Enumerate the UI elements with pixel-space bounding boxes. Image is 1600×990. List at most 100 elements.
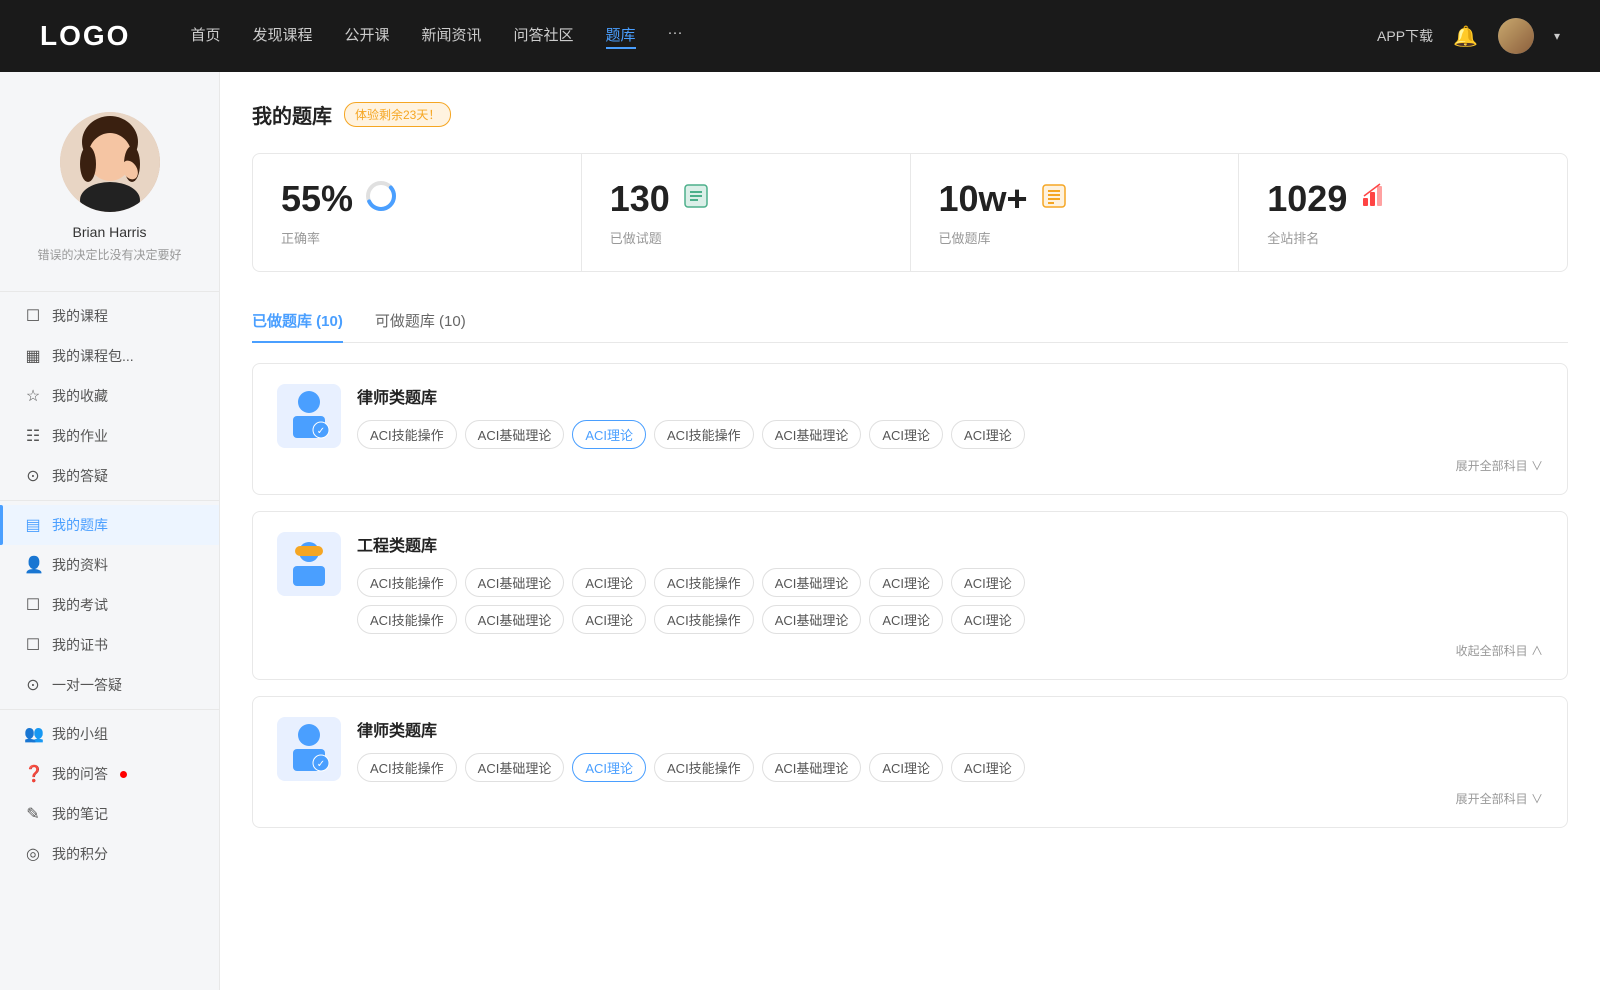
stat-banks-value: 10w+	[939, 178, 1028, 220]
star-icon: ☆	[24, 386, 42, 406]
sidebar-label-course-package: 我的课程包...	[52, 346, 134, 366]
stat-rank: 1029 全站排名	[1239, 154, 1567, 271]
tag-2r2-2[interactable]: ACI基础理论	[465, 605, 565, 634]
tab-available-banks[interactable]: 可做题库 (10)	[375, 300, 466, 343]
expand-btn-3[interactable]: 展开全部科目 ∨	[357, 790, 1543, 807]
tag-3-5[interactable]: ACI基础理论	[762, 753, 862, 782]
tag-1-5[interactable]: ACI基础理论	[762, 420, 862, 449]
sidebar-item-course-package[interactable]: ▦ 我的课程包...	[0, 336, 219, 376]
app-download-button[interactable]: APP下载	[1377, 26, 1433, 46]
stat-rank-label: 全站排名	[1267, 228, 1539, 247]
sidebar-item-exam[interactable]: ☐ 我的考试	[0, 585, 219, 625]
svg-text:✓: ✓	[317, 426, 325, 437]
page-header: 我的题库 体验剩余23天！	[252, 100, 1568, 129]
qbank-tags-2: ACI技能操作 ACI基础理论 ACI理论 ACI技能操作 ACI基础理论 AC…	[357, 568, 1543, 597]
tag-2r2-3[interactable]: ACI理论	[572, 605, 646, 634]
sidebar-item-my-course[interactable]: ☐ 我的课程	[0, 296, 219, 336]
stat-rank-value: 1029	[1267, 178, 1347, 220]
tag-2-6[interactable]: ACI理论	[869, 568, 943, 597]
tag-2r2-1[interactable]: ACI技能操作	[357, 605, 457, 634]
accuracy-chart-icon	[365, 180, 397, 219]
tag-2r2-4[interactable]: ACI技能操作	[654, 605, 754, 634]
sidebar-item-qbank[interactable]: ▤ 我的题库	[0, 505, 219, 545]
tag-1-2[interactable]: ACI基础理论	[465, 420, 565, 449]
tag-3-4[interactable]: ACI技能操作	[654, 753, 754, 782]
tag-2-2[interactable]: ACI基础理论	[465, 568, 565, 597]
qbank-header-1: ✓ 律师类题库 ACI技能操作 ACI基础理论 ACI理论 ACI技能操作 AC…	[277, 384, 1543, 474]
sidebar-label-my-qa: 我的问答	[52, 764, 108, 784]
profile-avatar	[60, 112, 160, 212]
stat-accuracy-top: 55%	[281, 178, 553, 220]
tag-3-1[interactable]: ACI技能操作	[357, 753, 457, 782]
course-icon: ☐	[24, 306, 42, 326]
main-layout: Brian Harris 错误的决定比没有决定要好 ☐ 我的课程 ▦ 我的课程包…	[0, 72, 1600, 990]
tab-done-banks[interactable]: 已做题库 (10)	[252, 300, 343, 343]
nav-right: APP下载 🔔 ▾	[1377, 18, 1560, 54]
tag-2-4[interactable]: ACI技能操作	[654, 568, 754, 597]
sidebar-item-certificate[interactable]: ☐ 我的证书	[0, 625, 219, 665]
nav-home[interactable]: 首页	[190, 24, 220, 49]
nav-qa[interactable]: 问答社区	[514, 24, 574, 49]
tag-2-5[interactable]: ACI基础理论	[762, 568, 862, 597]
nav-discover[interactable]: 发现课程	[252, 24, 312, 49]
sidebar-item-my-qa[interactable]: ❓ 我的问答	[0, 754, 219, 794]
expand-btn-1[interactable]: 展开全部科目 ∨	[357, 457, 1543, 474]
svg-text:✓: ✓	[317, 759, 325, 770]
nav-qbank[interactable]: 题库	[606, 24, 636, 49]
tag-2r2-5[interactable]: ACI基础理论	[762, 605, 862, 634]
qbank-info-3: 律师类题库 ACI技能操作 ACI基础理论 ACI理论 ACI技能操作 ACI基…	[357, 717, 1543, 807]
sidebar-label-homework: 我的作业	[52, 426, 108, 446]
rank-icon	[1359, 182, 1387, 217]
sidebar-label-favorites: 我的收藏	[52, 386, 108, 406]
tag-1-4[interactable]: ACI技能操作	[654, 420, 754, 449]
tag-2-3[interactable]: ACI理论	[572, 568, 646, 597]
sidebar-item-group[interactable]: 👥 我的小组	[0, 714, 219, 754]
tag-2r2-6[interactable]: ACI理论	[869, 605, 943, 634]
stat-banks-label: 已做题库	[939, 228, 1211, 247]
sidebar-item-profile[interactable]: 👤 我的资料	[0, 545, 219, 585]
tag-3-3[interactable]: ACI理论	[572, 753, 646, 782]
group-icon: 👥	[24, 724, 42, 744]
tag-2-1[interactable]: ACI技能操作	[357, 568, 457, 597]
nav-more[interactable]: ···	[668, 24, 683, 49]
nav-open-course[interactable]: 公开课	[344, 24, 389, 49]
stat-done-value: 130	[610, 178, 670, 220]
tag-3-6[interactable]: ACI理论	[869, 753, 943, 782]
qa-icon: ⊙	[24, 466, 42, 486]
sidebar-item-qa[interactable]: ⊙ 我的答疑	[0, 456, 219, 496]
chevron-down-icon[interactable]: ▾	[1554, 29, 1560, 43]
sidebar-item-points[interactable]: ◎ 我的积分	[0, 834, 219, 874]
tag-2r2-7[interactable]: ACI理论	[951, 605, 1025, 634]
sidebar-label-group: 我的小组	[52, 724, 108, 744]
trial-badge: 体验剩余23天！	[344, 102, 451, 127]
notification-bell-icon[interactable]: 🔔	[1453, 24, 1478, 49]
tag-1-3[interactable]: ACI理论	[572, 420, 646, 449]
sidebar-item-favorites[interactable]: ☆ 我的收藏	[0, 376, 219, 416]
tag-3-7[interactable]: ACI理论	[951, 753, 1025, 782]
stat-done-banks: 10w+ 已做题库	[911, 154, 1240, 271]
tag-1-6[interactable]: ACI理论	[869, 420, 943, 449]
qbank-header-3: ✓ 律师类题库 ACI技能操作 ACI基础理论 ACI理论 ACI技能操作 AC…	[277, 717, 1543, 807]
sidebar-item-homework[interactable]: ☷ 我的作业	[0, 416, 219, 456]
tabs-row: 已做题库 (10) 可做题库 (10)	[252, 300, 1568, 343]
tag-2-7[interactable]: ACI理论	[951, 568, 1025, 597]
sidebar-label-qbank: 我的题库	[52, 515, 108, 535]
stat-done-label: 已做试题	[610, 228, 882, 247]
sidebar-item-notes[interactable]: ✎ 我的笔记	[0, 794, 219, 834]
tag-1-1[interactable]: ACI技能操作	[357, 420, 457, 449]
tag-3-2[interactable]: ACI基础理论	[465, 753, 565, 782]
notes-icon: ✎	[24, 804, 42, 824]
avatar[interactable]	[1498, 18, 1534, 54]
qbank-title-3: 律师类题库	[357, 717, 1543, 741]
sidebar-item-tutor[interactable]: ⊙ 一对一答疑	[0, 665, 219, 705]
collapse-btn-2[interactable]: 收起全部科目 ∧	[357, 642, 1543, 659]
navbar: LOGO 首页 发现课程 公开课 新闻资讯 问答社区 题库 ··· APP下载 …	[0, 0, 1600, 72]
tag-1-7[interactable]: ACI理论	[951, 420, 1025, 449]
sidebar-divider-3	[0, 709, 219, 710]
stats-row: 55% 正确率 130	[252, 153, 1568, 272]
stat-done-questions: 130 已做试题	[582, 154, 911, 271]
stat-accuracy-label: 正确率	[281, 228, 553, 247]
avatar-image	[1498, 18, 1534, 54]
nav-news[interactable]: 新闻资讯	[422, 24, 482, 49]
stat-done-top: 130	[610, 178, 882, 220]
